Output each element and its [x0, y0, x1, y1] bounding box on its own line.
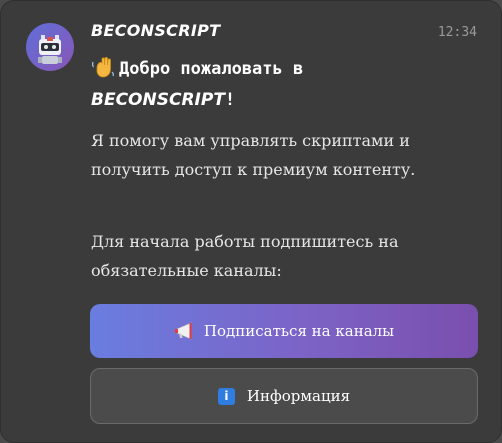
waving-hand-icon — [92, 56, 114, 78]
welcome-text: Добро пожаловать в — [119, 59, 304, 79]
megaphone-icon — [174, 322, 192, 340]
welcome-heading: Добро пожаловать в BECONSCRIPT! — [91, 54, 481, 116]
subscribe-channels-button[interactable]: Подписаться на каналы — [90, 304, 478, 358]
welcome-brand: BECONSCRIPT — [91, 90, 225, 110]
subscribe-button-label: Подписаться на каналы — [203, 322, 395, 340]
message-card: BECONSCRIPT 12:34 Добро пожаловать в BECO… — [0, 0, 502, 443]
info-button-label: Информация — [246, 387, 351, 405]
sender-name: BECONSCRIPT — [91, 21, 221, 40]
info-button[interactable]: i Информация — [90, 368, 478, 424]
bot-avatar[interactable] — [26, 23, 74, 71]
welcome-exclamation: ! — [224, 90, 236, 110]
robot-icon — [38, 35, 62, 64]
message-paragraph-2: Для начала работы подпишитесь на обязате… — [91, 232, 399, 280]
message-paragraph-1: Я помогу вам управлять скриптами и получ… — [91, 131, 416, 179]
info-icon: i — [217, 387, 235, 405]
message-time: 12:34 — [437, 25, 477, 40]
